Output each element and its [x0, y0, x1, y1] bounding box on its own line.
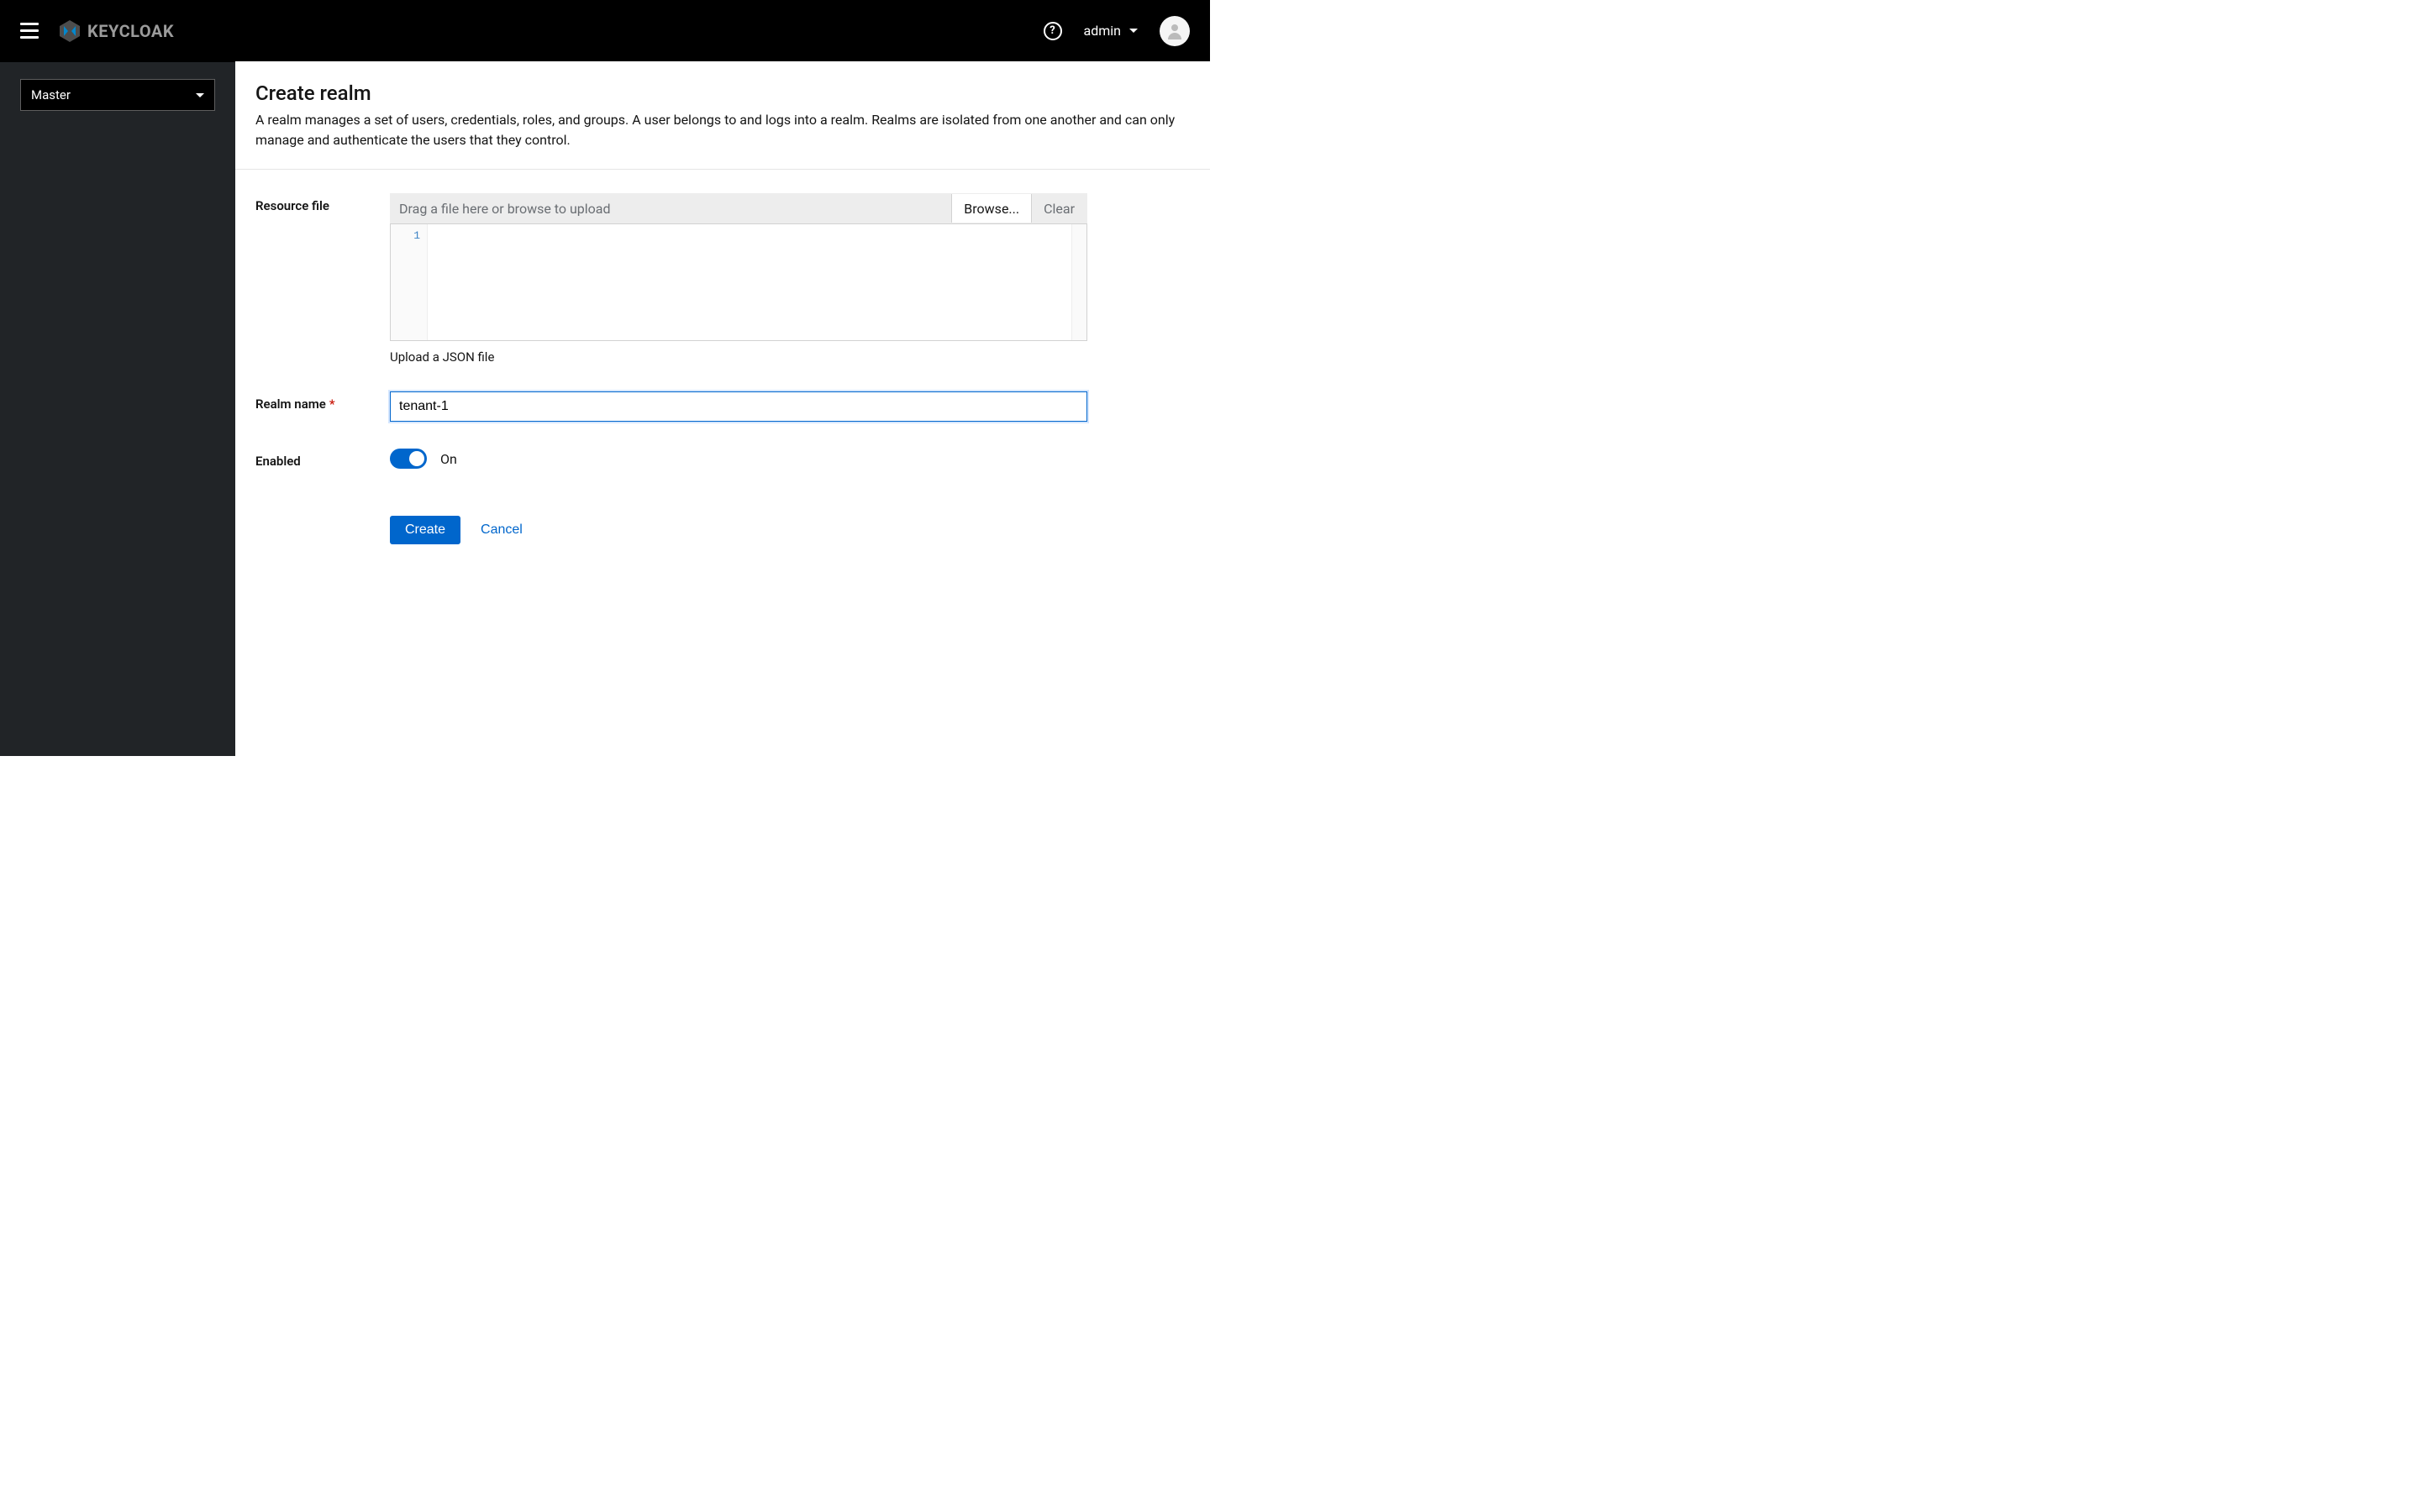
app-header: KEYCLOAK ? admin [0, 0, 1210, 61]
resource-file-row: Resource file Drag a file here or browse… [255, 193, 1190, 365]
resource-file-label: Resource file [255, 193, 390, 213]
file-upload-bar: Drag a file here or browse to upload Bro… [390, 193, 1087, 223]
realm-name-row: Realm name* [255, 391, 1190, 422]
caret-down-icon [1129, 29, 1138, 33]
header-right: ? admin [1044, 16, 1190, 46]
editor-body[interactable] [428, 224, 1071, 340]
browse-button[interactable]: Browse... [951, 194, 1032, 223]
avatar[interactable] [1160, 16, 1190, 46]
user-avatar-icon [1165, 21, 1185, 41]
enabled-label: Enabled [255, 449, 390, 469]
caret-down-icon [196, 93, 204, 97]
user-name-label: admin [1084, 23, 1121, 39]
product-logo[interactable]: KEYCLOAK [57, 18, 174, 44]
page-title: Create realm [255, 81, 1190, 105]
resource-file-helper: Upload a JSON file [390, 349, 1087, 365]
page-header: Create realm A realm manages a set of us… [235, 61, 1210, 170]
page-description: A realm manages a set of users, credenti… [255, 110, 1190, 150]
realm-name-label: Realm name* [255, 391, 390, 412]
product-name: KEYCLOAK [87, 21, 174, 41]
clear-button[interactable]: Clear [1032, 194, 1086, 223]
create-realm-form: Resource file Drag a file here or browse… [235, 170, 1210, 595]
realm-name-input[interactable] [390, 391, 1087, 422]
user-menu-dropdown[interactable]: admin [1084, 23, 1138, 39]
realm-selector-value: Master [31, 87, 71, 102]
create-button[interactable]: Create [390, 516, 460, 544]
editor-gutter: 1 [391, 224, 428, 340]
enabled-toggle[interactable] [390, 449, 427, 469]
help-icon[interactable]: ? [1044, 22, 1062, 40]
header-left: KEYCLOAK [20, 18, 174, 44]
enabled-row: Enabled On [255, 449, 1190, 469]
hamburger-menu-button[interactable] [20, 21, 40, 41]
resource-file-editor[interactable]: 1 [390, 223, 1087, 341]
cancel-button[interactable]: Cancel [481, 522, 523, 538]
editor-scrollbar[interactable] [1071, 224, 1086, 340]
actions-row: Create Cancel [255, 496, 1190, 544]
realm-selector-dropdown[interactable]: Master [20, 79, 215, 111]
toggle-knob [409, 451, 424, 466]
main-content: Create realm A realm manages a set of us… [235, 61, 1210, 756]
enabled-state-label: On [440, 451, 457, 467]
file-upload-dropzone[interactable]: Drag a file here or browse to upload [391, 194, 951, 223]
sidebar: Master [0, 61, 235, 756]
keycloak-logo-icon [57, 18, 82, 44]
